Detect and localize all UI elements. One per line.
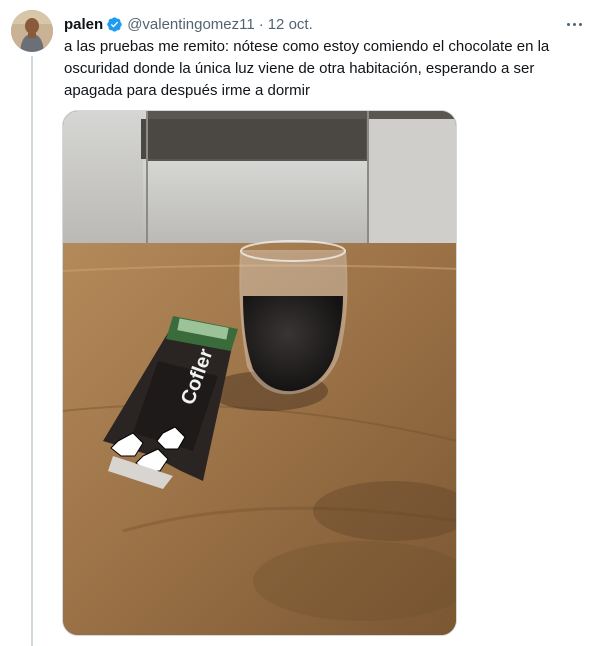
thread-line: [31, 56, 33, 646]
author-name[interactable]: palen: [64, 16, 103, 33]
avatar[interactable]: [11, 10, 53, 52]
verified-badge-icon: [107, 16, 122, 32]
timestamp[interactable]: 12 oct.: [268, 16, 313, 33]
more-horizontal-icon[interactable]: [562, 13, 586, 35]
separator: ·: [258, 15, 264, 33]
avatar-image: [11, 10, 53, 52]
tweet[interactable]: palen @valentingomez11 · 12 oct. a las p…: [0, 0, 600, 646]
photo-scene: Cofler: [63, 111, 456, 635]
tweet-header: palen @valentingomez11 · 12 oct.: [64, 13, 586, 35]
tweet-photo[interactable]: Cofler: [62, 110, 457, 636]
author-handle[interactable]: @valentingomez11: [127, 16, 255, 33]
tweet-text: a las pruebas me remito: nótese como est…: [64, 38, 550, 99]
